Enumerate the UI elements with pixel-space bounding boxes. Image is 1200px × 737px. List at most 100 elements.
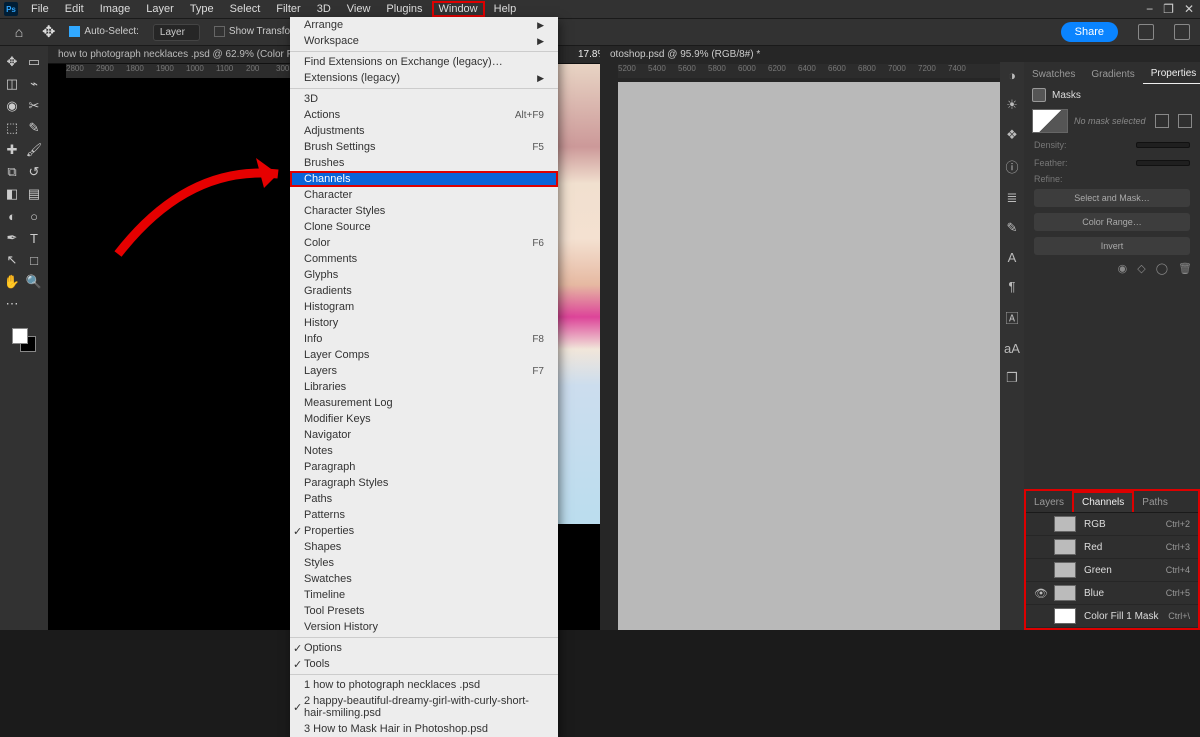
- layers-panel-icon[interactable]: ❖: [1006, 127, 1018, 143]
- tab-gradients[interactable]: Gradients: [1083, 65, 1142, 84]
- pixel-mask-icon[interactable]: [1155, 114, 1169, 128]
- menu-plugins[interactable]: Plugins: [379, 1, 429, 17]
- glyphs-panel-icon[interactable]: 🄰: [1005, 308, 1018, 327]
- frame-tool[interactable]: ⬚: [2, 118, 22, 138]
- menu-item-version-history[interactable]: Version History: [290, 619, 558, 635]
- apply-mask-icon[interactable]: ◯: [1156, 262, 1168, 275]
- minimize-icon[interactable]: −: [1146, 2, 1153, 16]
- canvas-right[interactable]: [618, 82, 1000, 630]
- char-styles-icon[interactable]: aA: [1004, 341, 1020, 356]
- menu-item-character-styles[interactable]: Character Styles: [290, 203, 558, 219]
- menu-item-character[interactable]: Character: [290, 187, 558, 203]
- menu-item-gradients[interactable]: Gradients: [290, 283, 558, 299]
- menu-item-options[interactable]: ✓Options: [290, 640, 558, 656]
- menu-window[interactable]: Window: [432, 1, 485, 17]
- menu-item-adjustments[interactable]: Adjustments: [290, 123, 558, 139]
- document-tab-right[interactable]: otoshop.psd @ 95.9% (RGB/8#) *: [604, 46, 1000, 63]
- crop-tool[interactable]: ✂: [24, 96, 44, 116]
- shape-tool[interactable]: □: [24, 250, 44, 270]
- menu-item-clone-source[interactable]: Clone Source: [290, 219, 558, 235]
- vector-mask-icon[interactable]: [1178, 114, 1192, 128]
- menu-item-styles[interactable]: Styles: [290, 555, 558, 571]
- type-tool[interactable]: T: [24, 228, 44, 248]
- menu-item-paths[interactable]: Paths: [290, 491, 558, 507]
- menu-item-glyphs[interactable]: Glyphs: [290, 267, 558, 283]
- invert-button[interactable]: Invert: [1034, 237, 1190, 255]
- lasso-tool[interactable]: ⌁: [24, 74, 44, 94]
- menu-item-navigator[interactable]: Navigator: [290, 427, 558, 443]
- menu-item-layer-comps[interactable]: Layer Comps: [290, 347, 558, 363]
- share-button[interactable]: Share: [1061, 22, 1118, 42]
- gradient-tool[interactable]: ▤: [24, 184, 44, 204]
- visibility-icon[interactable]: 👁: [1034, 587, 1046, 600]
- transform-controls-checkbox[interactable]: [214, 26, 225, 37]
- blur-tool[interactable]: ◐: [2, 206, 22, 226]
- hand-tool[interactable]: ✋: [2, 272, 22, 292]
- tab-swatches[interactable]: Swatches: [1024, 65, 1083, 84]
- channel-row-green[interactable]: GreenCtrl+4: [1026, 559, 1198, 582]
- object-select-tool[interactable]: ◉: [2, 96, 22, 116]
- eraser-tool[interactable]: ◧: [2, 184, 22, 204]
- eye-icon[interactable]: ◉: [1118, 262, 1128, 275]
- menu-item-swatches[interactable]: Swatches: [290, 571, 558, 587]
- menu-filter[interactable]: Filter: [269, 1, 307, 17]
- menu-edit[interactable]: Edit: [58, 1, 91, 17]
- menu-item-actions[interactable]: ActionsAlt+F9: [290, 107, 558, 123]
- brush-tool[interactable]: 🖌: [24, 140, 44, 160]
- menu-item-properties[interactable]: ✓Properties: [290, 523, 558, 539]
- channel-row-red[interactable]: RedCtrl+3: [1026, 536, 1198, 559]
- menu-item-measurement-log[interactable]: Measurement Log: [290, 395, 558, 411]
- eyedropper-tool[interactable]: ✎: [24, 118, 44, 138]
- auto-select-checkbox[interactable]: [69, 26, 80, 37]
- libraries-icon[interactable]: ≣: [1007, 190, 1018, 206]
- tab-paths[interactable]: Paths: [1134, 493, 1176, 512]
- density-value[interactable]: [1136, 142, 1190, 148]
- info-panel-icon[interactable]: ⓘ: [1005, 157, 1018, 176]
- menu-item-paragraph-styles[interactable]: Paragraph Styles: [290, 475, 558, 491]
- home-icon[interactable]: ⌂: [10, 23, 28, 41]
- color-range-button[interactable]: Color Range…: [1034, 213, 1190, 231]
- menu-item-brushes[interactable]: Brushes: [290, 155, 558, 171]
- artboard-tool[interactable]: ▭: [24, 52, 44, 72]
- trash-icon[interactable]: 🗑: [1178, 262, 1192, 275]
- path-tool[interactable]: ↖: [2, 250, 22, 270]
- channel-row-blue[interactable]: 👁BlueCtrl+5: [1026, 582, 1198, 605]
- workspace-icon[interactable]: [1174, 24, 1190, 40]
- menu-select[interactable]: Select: [223, 1, 268, 17]
- zoom-tool[interactable]: 🔍: [24, 272, 44, 292]
- channel-row-rgb[interactable]: RGBCtrl+2: [1026, 513, 1198, 536]
- mask-from-sel-icon[interactable]: ◇: [1137, 262, 1145, 275]
- menu-item-channels[interactable]: Channels: [290, 171, 558, 187]
- menu-help[interactable]: Help: [487, 1, 524, 17]
- menu-item-tool-presets[interactable]: Tool Presets: [290, 603, 558, 619]
- history-brush-tool[interactable]: ↺: [24, 162, 44, 182]
- menu-item-comments[interactable]: Comments: [290, 251, 558, 267]
- menu-item-doc-2[interactable]: ✓2 happy-beautiful-dreamy-girl-with-curl…: [290, 693, 558, 721]
- channel-row-mask[interactable]: Color Fill 1 MaskCtrl+\: [1026, 605, 1198, 628]
- menu-image[interactable]: Image: [93, 1, 138, 17]
- clone-tool[interactable]: ⧉: [2, 162, 22, 182]
- menu-item-arrange[interactable]: Arrange▶: [290, 17, 558, 33]
- menu-item-paragraph[interactable]: Paragraph: [290, 459, 558, 475]
- move-tool[interactable]: ✥: [2, 52, 22, 72]
- menu-item-timeline[interactable]: Timeline: [290, 587, 558, 603]
- menu-layer[interactable]: Layer: [139, 1, 181, 17]
- menu-item-brush-settings[interactable]: Brush SettingsF5: [290, 139, 558, 155]
- menu-3d[interactable]: 3D: [310, 1, 338, 17]
- menu-item-modifier-keys[interactable]: Modifier Keys: [290, 411, 558, 427]
- healing-tool[interactable]: ✚: [2, 140, 22, 160]
- adjust-panel-icon[interactable]: ☀: [1006, 97, 1018, 113]
- maximize-icon[interactable]: ❐: [1163, 2, 1174, 16]
- menu-item-info[interactable]: InfoF8: [290, 331, 558, 347]
- menu-item-tools[interactable]: ✓Tools: [290, 656, 558, 672]
- menu-item-shapes[interactable]: Shapes: [290, 539, 558, 555]
- menu-file[interactable]: File: [24, 1, 56, 17]
- menu-item-doc-1[interactable]: 1 how to photograph necklaces .psd: [290, 677, 558, 693]
- search-icon[interactable]: [1138, 24, 1154, 40]
- menu-item-extensions[interactable]: Extensions (legacy)▶: [290, 70, 558, 86]
- color-panel-icon[interactable]: ◑: [1008, 68, 1016, 83]
- cube-icon[interactable]: ❒: [1006, 370, 1018, 386]
- marquee-tool[interactable]: ◫: [2, 74, 22, 94]
- menu-item-notes[interactable]: Notes: [290, 443, 558, 459]
- tab-channels[interactable]: Channels: [1072, 491, 1134, 512]
